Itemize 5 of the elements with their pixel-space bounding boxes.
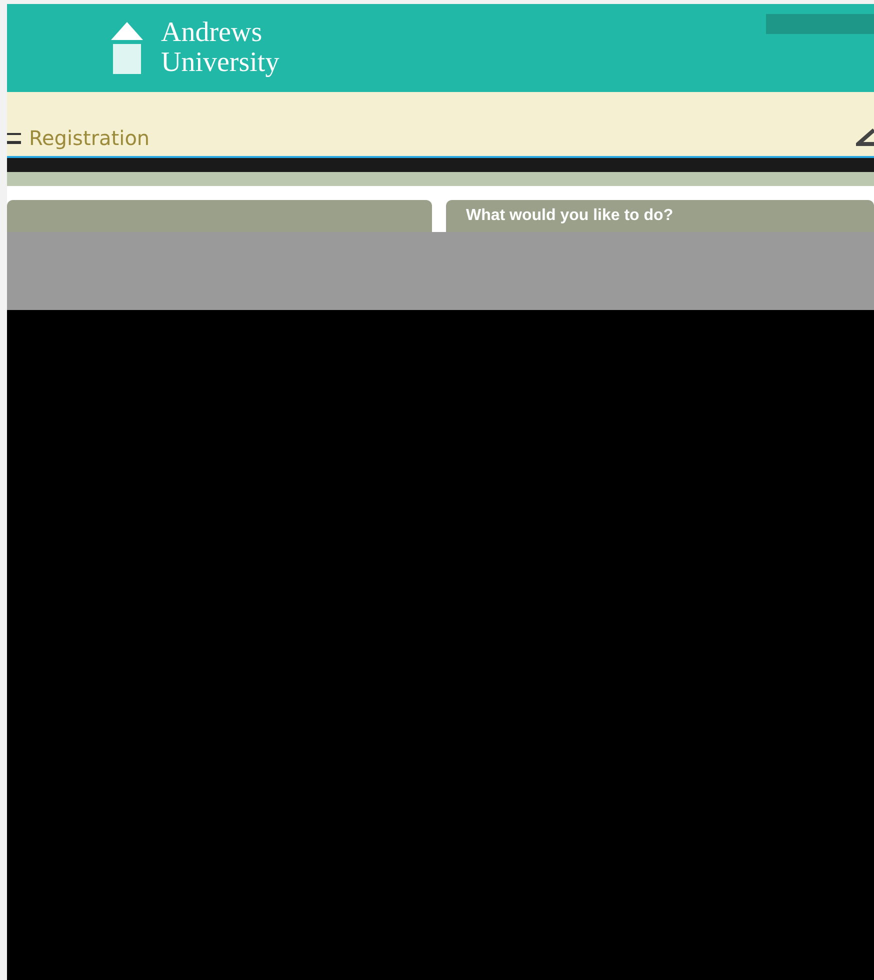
panel-heading: What would you like to do? [466,207,674,225]
logo-text: Andrews [161,18,264,48]
page-title: Registration [29,126,150,150]
menu-icon[interactable] [7,131,21,145]
logo-text: University [161,48,280,78]
